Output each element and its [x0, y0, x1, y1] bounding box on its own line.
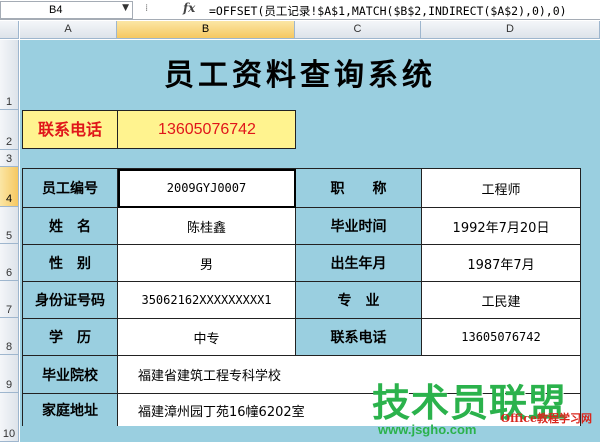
- row-header-7[interactable]: 7: [0, 281, 19, 318]
- column-header-a[interactable]: A: [20, 21, 117, 39]
- phone-label[interactable]: 联系电话: [296, 319, 422, 356]
- gender-label[interactable]: 性 别: [23, 245, 118, 282]
- title-value-cell[interactable]: 工程师: [422, 169, 580, 208]
- row-header-3[interactable]: 3: [0, 150, 19, 167]
- row-header-10[interactable]: 10: [0, 393, 19, 442]
- column-header-b[interactable]: B: [117, 21, 295, 39]
- phone-cell[interactable]: 13605076742: [422, 319, 580, 356]
- select-all-corner[interactable]: [0, 21, 19, 39]
- name-label[interactable]: 姓 名: [23, 208, 118, 245]
- major-label[interactable]: 专 业: [296, 282, 422, 319]
- column-header-c[interactable]: C: [295, 21, 421, 39]
- row-header-4[interactable]: 4: [0, 167, 19, 207]
- row-header-5[interactable]: 5: [0, 207, 19, 244]
- contact-box: 联系电话 13605076742: [22, 110, 296, 149]
- emp-no-cell[interactable]: 2009GYJ0007: [118, 169, 296, 208]
- column-header-d[interactable]: D: [421, 21, 600, 39]
- id-label[interactable]: 身份证号码: [23, 282, 118, 319]
- row-header-8[interactable]: 8: [0, 318, 19, 355]
- contact-value-cell[interactable]: 13605076742: [119, 111, 295, 148]
- chevron-down-icon[interactable]: ▼: [122, 3, 129, 13]
- name-cell[interactable]: 陈桂鑫: [118, 208, 296, 245]
- major-cell[interactable]: 工民建: [422, 282, 580, 319]
- page-title: 员工资料查询系统: [164, 58, 436, 93]
- address-label[interactable]: 家庭地址: [23, 394, 118, 426]
- formula-bar-divider: ⁞: [145, 3, 150, 14]
- row-header-2[interactable]: 2: [0, 110, 19, 150]
- grad-time-cell[interactable]: 1992年7月20日: [422, 208, 580, 245]
- id-cell[interactable]: 35062162XXXXXXXXX1: [118, 282, 296, 319]
- address-cell[interactable]: 福建漳州园丁苑16幢6202室: [118, 394, 580, 426]
- employee-info-table: 员工编号 2009GYJ0007 职 称 工程师 姓 名 陈桂鑫 毕业时间 19…: [22, 168, 581, 426]
- emp-no-label[interactable]: 员工编号: [23, 169, 118, 208]
- school-label[interactable]: 毕业院校: [23, 356, 118, 394]
- formula-bar: B4 ▼ ⁞ fx =OFFSET(员工记录!$A$1,MATCH($B$2,I…: [0, 0, 600, 20]
- row-header-6[interactable]: 6: [0, 244, 19, 281]
- formula-input[interactable]: =OFFSET(员工记录!$A$1,MATCH($B$2,INDIRECT($A…: [209, 3, 567, 19]
- row-header-1[interactable]: 1: [0, 40, 19, 110]
- school-cell[interactable]: 福建省建筑工程专科学校: [118, 356, 580, 394]
- grad-time-label[interactable]: 毕业时间: [296, 208, 422, 245]
- birth-label[interactable]: 出生年月: [296, 245, 422, 282]
- name-box-value: B4: [49, 4, 63, 16]
- edu-label[interactable]: 学 历: [23, 319, 118, 356]
- gender-cell[interactable]: 男: [118, 245, 296, 282]
- name-box[interactable]: B4 ▼: [0, 1, 133, 19]
- title-label[interactable]: 职 称: [296, 169, 422, 208]
- insert-function-icon[interactable]: fx: [183, 1, 195, 15]
- contact-label[interactable]: 联系电话: [23, 111, 118, 148]
- birth-cell[interactable]: 1987年7月: [422, 245, 580, 282]
- row-header-9[interactable]: 9: [0, 355, 19, 393]
- edu-cell[interactable]: 中专: [118, 319, 296, 356]
